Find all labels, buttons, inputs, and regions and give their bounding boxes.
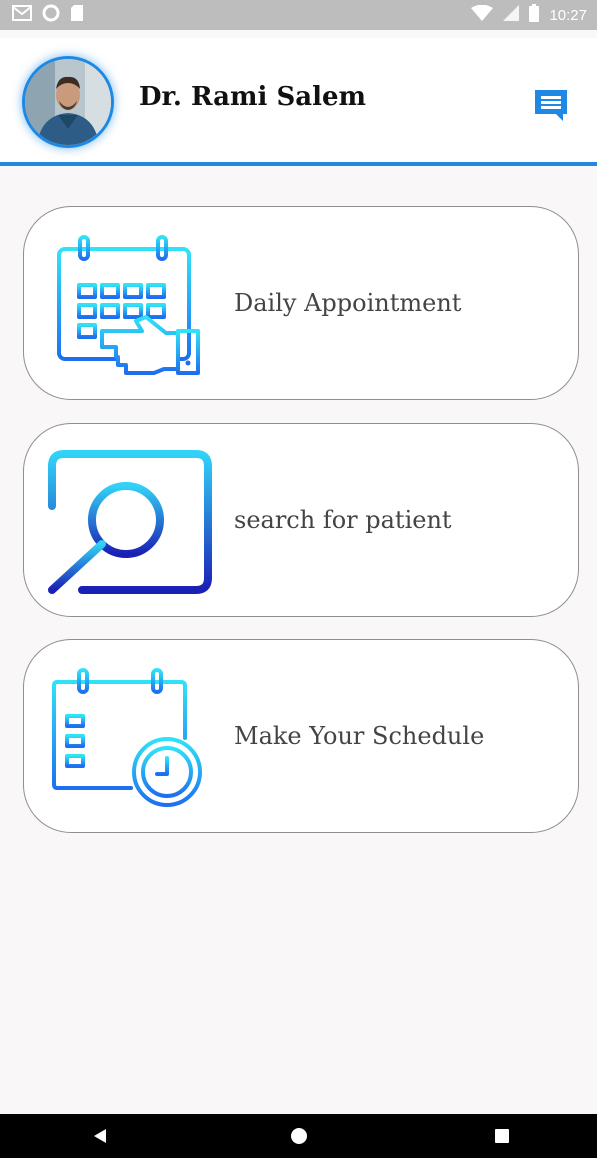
- status-right-icons: 10:27: [471, 4, 587, 26]
- doctor-photo: [25, 59, 111, 145]
- make-schedule-card[interactable]: Make Your Schedule: [23, 639, 579, 833]
- battery-icon: [529, 4, 540, 26]
- card-label: search for patient: [234, 506, 452, 534]
- recents-icon[interactable]: [482, 1114, 522, 1158]
- wifi-icon: [471, 4, 494, 25]
- status-time: 10:27: [549, 6, 587, 24]
- daily-appointment-card[interactable]: Daily Appointment: [23, 206, 579, 400]
- message-icon[interactable]: [533, 88, 569, 122]
- sd-card-icon: [70, 4, 84, 26]
- circle-notification-icon: [42, 4, 60, 26]
- avatar[interactable]: [22, 56, 114, 148]
- doctor-name: Dr. Rami Salem: [139, 82, 367, 112]
- magnifier-icon: [44, 446, 214, 602]
- signal-icon: [503, 5, 520, 25]
- gmail-icon: [12, 5, 32, 25]
- calendar-hand-icon: [54, 235, 204, 381]
- home-icon[interactable]: [279, 1114, 319, 1158]
- card-label: Make Your Schedule: [234, 722, 485, 750]
- back-icon[interactable]: [80, 1114, 120, 1158]
- card-label: Daily Appointment: [234, 289, 462, 317]
- navigation-bar: [0, 1114, 597, 1158]
- status-bar: 10:27: [0, 0, 597, 30]
- status-left-icons: [12, 4, 84, 26]
- calendar-clock-icon: [51, 668, 211, 814]
- profile-header: Dr. Rami Salem: [0, 38, 597, 166]
- search-patient-card[interactable]: search for patient: [23, 423, 579, 617]
